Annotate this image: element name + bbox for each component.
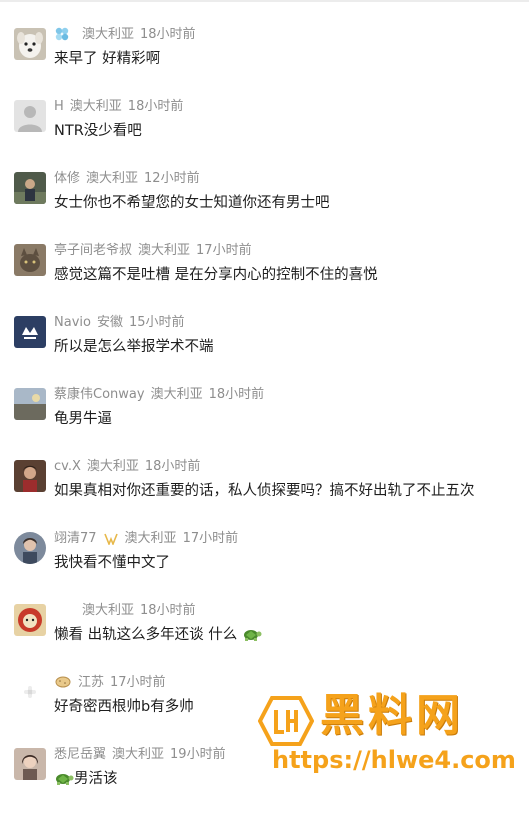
turtle-emoji-icon [54,770,74,793]
comment-location: 安徽 [96,315,123,330]
comment-item: H 澳大利亚 18小时前 NTR没少看吧 [0,98,529,168]
comment-author[interactable]: Navio [54,315,91,330]
potato-badge-icon [54,675,72,695]
comment-time: 18小时前 [144,459,201,474]
round-portrait-avatar[interactable] [14,532,46,564]
comment-text-part: 男活该 [74,771,118,787]
comment-item: 澳大利亚 18小时前 懒看 出轨这么多年还谈 什么 [0,602,529,672]
comment-time: 18小时前 [208,387,265,402]
comment-item: 澳大利亚 18小时前 来早了 好精彩啊 [0,26,529,96]
small-flower-avatar[interactable] [14,676,46,708]
comment-item: 亭子间老爷叔 澳大利亚 17小时前 感觉这篇不是吐槽 是在分享内心的控制不住的喜悦 [0,242,529,312]
comment-location: 澳大利亚 [82,603,135,618]
cat-photo-avatar[interactable] [14,244,46,276]
comment-author[interactable]: cv.X [54,459,81,474]
comment-time: 18小时前 [127,99,184,114]
comment-location: 澳大利亚 [150,387,203,402]
comment-text: 感觉这篇不是吐槽 是在分享内心的控制不住的喜悦 [54,267,378,283]
comment-item: cv.X 澳大利亚 18小时前 如果真相对你还重要的话，私人侦探要吗？搞不好出轨了不… [0,458,529,528]
comment-time: 12小时前 [144,171,200,186]
comment-text-part: 懒看 出轨这么多年还谈 什么 [54,627,238,643]
portrait-photo-avatar[interactable] [14,460,46,492]
navy-logo-avatar[interactable] [14,316,46,348]
comment-author[interactable]: 悉尼岳翼 [54,747,106,762]
top-divider [0,0,529,2]
comment-author[interactable]: 翊清77 [54,531,97,546]
comment-item: 蔡康伟Conway 澳大利亚 18小时前 龟男牛逼 [0,386,529,456]
comment-time: 18小时前 [140,603,196,618]
comment-location: 澳大利亚 [138,243,191,258]
comment-location: 澳大利亚 [112,747,165,762]
turtle-emoji-icon [242,626,262,649]
comment-location: 澳大利亚 [82,27,135,42]
comment-location: 澳大利亚 [86,171,139,186]
comment-time: 19小时前 [170,747,226,762]
comment-text: 所以是怎么举报学术不端 [54,339,214,355]
comment-item: Navio 安徽 15小时前 所以是怎么举报学术不端 [0,314,529,384]
woman-photo-avatar[interactable] [14,748,46,780]
fan-badge-icon [54,27,70,47]
comment-text: 男活该 [54,768,118,790]
comment-text: 懒看 出轨这么多年还谈 什么 [54,624,262,646]
comment-time: 17小时前 [110,675,166,690]
comment-time: 17小时前 [196,243,252,258]
comment-text: 我快看不懂中文了 [54,555,170,571]
comment-item: 体修 澳大利亚 12小时前 女士你也不希望您的女士知道你还有男士吧 [0,170,529,240]
comment-location: 澳大利亚 [124,531,177,546]
comment-item: 悉尼岳翼 澳大利亚 19小时前 男活该 [0,746,529,816]
comment-time: 15小时前 [128,315,185,330]
comment-location: 澳大利亚 [69,99,122,114]
comment-time: 17小时前 [182,531,239,546]
person-photo-avatar[interactable] [14,172,46,204]
comment-author[interactable]: 江苏 [78,675,104,690]
cartoon-avatar[interactable] [14,604,46,636]
comment-text: 女士你也不希望您的女士知道你还有男士吧 [54,195,330,211]
comment-text: 来早了 好精彩啊 [54,51,161,67]
landscape-avatar[interactable] [14,388,46,420]
comment-author[interactable]: 蔡康伟Conway [54,387,145,402]
comment-text: 好奇密西根帅b有多帅 [54,699,194,715]
comment-location: 澳大利亚 [86,459,139,474]
comment-text: 龟男牛逼 [54,411,112,427]
comment-text: 如果真相对你还重要的话，私人侦探要吗？搞不好出轨了不止五次 [54,483,475,499]
comment-text: NTR没少看吧 [54,123,142,139]
comment-time: 18小时前 [140,27,196,42]
vip-badge-icon [103,533,119,551]
comment-item: 翊清77 澳大利亚 17小时前 我快看不懂中文了 [0,530,529,600]
comment-author[interactable]: H [54,99,64,114]
white-dog-avatar[interactable] [14,28,46,60]
comment-author[interactable]: 体修 [54,171,80,186]
default-user-avatar[interactable] [14,100,46,132]
comment-author[interactable]: 亭子间老爷叔 [54,243,132,258]
comment-item: 江苏 17小时前 好奇密西根帅b有多帅 [0,674,529,744]
